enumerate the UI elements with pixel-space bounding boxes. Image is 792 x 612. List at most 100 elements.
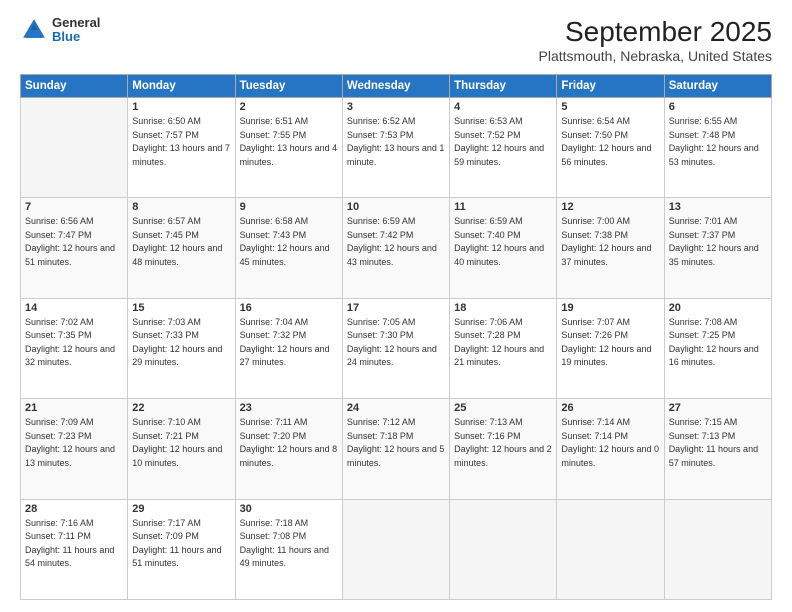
day-detail: Sunrise: 7:14 AMSunset: 7:14 PMDaylight:… — [561, 416, 659, 470]
table-row: 26 Sunrise: 7:14 AMSunset: 7:14 PMDaylig… — [557, 399, 664, 499]
day-detail: Sunrise: 7:13 AMSunset: 7:16 PMDaylight:… — [454, 416, 552, 470]
table-row: 25 Sunrise: 7:13 AMSunset: 7:16 PMDaylig… — [450, 399, 557, 499]
day-number: 11 — [454, 201, 552, 213]
day-number: 10 — [347, 201, 445, 213]
col-thursday: Thursday — [450, 75, 557, 98]
table-row: 22 Sunrise: 7:10 AMSunset: 7:21 PMDaylig… — [128, 399, 235, 499]
day-detail: Sunrise: 7:15 AMSunset: 7:13 PMDaylight:… — [669, 416, 767, 470]
table-row — [664, 499, 771, 599]
logo-blue-text: Blue — [52, 30, 100, 44]
day-detail: Sunrise: 6:57 AMSunset: 7:45 PMDaylight:… — [132, 215, 230, 269]
day-number: 21 — [25, 402, 123, 414]
day-detail: Sunrise: 7:00 AMSunset: 7:38 PMDaylight:… — [561, 215, 659, 269]
calendar-header-row: Sunday Monday Tuesday Wednesday Thursday… — [21, 75, 772, 98]
day-number: 23 — [240, 402, 338, 414]
day-detail: Sunrise: 6:59 AMSunset: 7:40 PMDaylight:… — [454, 215, 552, 269]
calendar-week-1: 1 Sunrise: 6:50 AMSunset: 7:57 PMDayligh… — [21, 98, 772, 198]
day-number: 8 — [132, 201, 230, 213]
day-number: 15 — [132, 302, 230, 314]
table-row: 14 Sunrise: 7:02 AMSunset: 7:35 PMDaylig… — [21, 298, 128, 398]
table-row: 21 Sunrise: 7:09 AMSunset: 7:23 PMDaylig… — [21, 399, 128, 499]
table-row — [450, 499, 557, 599]
day-detail: Sunrise: 6:55 AMSunset: 7:48 PMDaylight:… — [669, 115, 767, 169]
day-number: 29 — [132, 503, 230, 515]
col-wednesday: Wednesday — [342, 75, 449, 98]
col-sunday: Sunday — [21, 75, 128, 98]
table-row: 29 Sunrise: 7:17 AMSunset: 7:09 PMDaylig… — [128, 499, 235, 599]
table-row: 24 Sunrise: 7:12 AMSunset: 7:18 PMDaylig… — [342, 399, 449, 499]
day-number: 7 — [25, 201, 123, 213]
day-number: 27 — [669, 402, 767, 414]
table-row: 2 Sunrise: 6:51 AMSunset: 7:55 PMDayligh… — [235, 98, 342, 198]
day-number: 16 — [240, 302, 338, 314]
table-row: 28 Sunrise: 7:16 AMSunset: 7:11 PMDaylig… — [21, 499, 128, 599]
page: General Blue September 2025 Plattsmouth,… — [0, 0, 792, 612]
day-number: 12 — [561, 201, 659, 213]
table-row: 17 Sunrise: 7:05 AMSunset: 7:30 PMDaylig… — [342, 298, 449, 398]
day-detail: Sunrise: 7:03 AMSunset: 7:33 PMDaylight:… — [132, 316, 230, 370]
day-number: 3 — [347, 101, 445, 113]
day-detail: Sunrise: 7:17 AMSunset: 7:09 PMDaylight:… — [132, 517, 230, 571]
calendar-week-2: 7 Sunrise: 6:56 AMSunset: 7:47 PMDayligh… — [21, 198, 772, 298]
day-number: 24 — [347, 402, 445, 414]
day-detail: Sunrise: 6:52 AMSunset: 7:53 PMDaylight:… — [347, 115, 445, 169]
day-number: 14 — [25, 302, 123, 314]
col-tuesday: Tuesday — [235, 75, 342, 98]
day-detail: Sunrise: 6:51 AMSunset: 7:55 PMDaylight:… — [240, 115, 338, 169]
day-number: 1 — [132, 101, 230, 113]
header: General Blue September 2025 Plattsmouth,… — [20, 16, 772, 64]
table-row: 27 Sunrise: 7:15 AMSunset: 7:13 PMDaylig… — [664, 399, 771, 499]
day-number: 28 — [25, 503, 123, 515]
col-friday: Friday — [557, 75, 664, 98]
day-number: 26 — [561, 402, 659, 414]
day-detail: Sunrise: 7:12 AMSunset: 7:18 PMDaylight:… — [347, 416, 445, 470]
title-block: September 2025 Plattsmouth, Nebraska, Un… — [539, 16, 772, 64]
day-number: 22 — [132, 402, 230, 414]
day-detail: Sunrise: 7:04 AMSunset: 7:32 PMDaylight:… — [240, 316, 338, 370]
logo: General Blue — [20, 16, 100, 45]
table-row: 16 Sunrise: 7:04 AMSunset: 7:32 PMDaylig… — [235, 298, 342, 398]
table-row: 8 Sunrise: 6:57 AMSunset: 7:45 PMDayligh… — [128, 198, 235, 298]
table-row: 7 Sunrise: 6:56 AMSunset: 7:47 PMDayligh… — [21, 198, 128, 298]
day-number: 6 — [669, 101, 767, 113]
table-row: 23 Sunrise: 7:11 AMSunset: 7:20 PMDaylig… — [235, 399, 342, 499]
table-row: 20 Sunrise: 7:08 AMSunset: 7:25 PMDaylig… — [664, 298, 771, 398]
day-detail: Sunrise: 6:56 AMSunset: 7:47 PMDaylight:… — [25, 215, 123, 269]
logo-icon — [20, 16, 48, 44]
col-saturday: Saturday — [664, 75, 771, 98]
day-detail: Sunrise: 7:16 AMSunset: 7:11 PMDaylight:… — [25, 517, 123, 571]
day-number: 30 — [240, 503, 338, 515]
table-row: 1 Sunrise: 6:50 AMSunset: 7:57 PMDayligh… — [128, 98, 235, 198]
table-row: 18 Sunrise: 7:06 AMSunset: 7:28 PMDaylig… — [450, 298, 557, 398]
day-number: 25 — [454, 402, 552, 414]
table-row: 11 Sunrise: 6:59 AMSunset: 7:40 PMDaylig… — [450, 198, 557, 298]
calendar-week-4: 21 Sunrise: 7:09 AMSunset: 7:23 PMDaylig… — [21, 399, 772, 499]
day-number: 2 — [240, 101, 338, 113]
table-row: 19 Sunrise: 7:07 AMSunset: 7:26 PMDaylig… — [557, 298, 664, 398]
table-row — [21, 98, 128, 198]
day-detail: Sunrise: 7:07 AMSunset: 7:26 PMDaylight:… — [561, 316, 659, 370]
calendar-week-5: 28 Sunrise: 7:16 AMSunset: 7:11 PMDaylig… — [21, 499, 772, 599]
day-number: 20 — [669, 302, 767, 314]
table-row: 13 Sunrise: 7:01 AMSunset: 7:37 PMDaylig… — [664, 198, 771, 298]
day-detail: Sunrise: 6:53 AMSunset: 7:52 PMDaylight:… — [454, 115, 552, 169]
day-number: 17 — [347, 302, 445, 314]
day-detail: Sunrise: 7:06 AMSunset: 7:28 PMDaylight:… — [454, 316, 552, 370]
calendar-week-3: 14 Sunrise: 7:02 AMSunset: 7:35 PMDaylig… — [21, 298, 772, 398]
logo-general-text: General — [52, 16, 100, 30]
day-detail: Sunrise: 7:01 AMSunset: 7:37 PMDaylight:… — [669, 215, 767, 269]
table-row: 9 Sunrise: 6:58 AMSunset: 7:43 PMDayligh… — [235, 198, 342, 298]
table-row — [342, 499, 449, 599]
table-row: 6 Sunrise: 6:55 AMSunset: 7:48 PMDayligh… — [664, 98, 771, 198]
calendar-title: September 2025 — [539, 16, 772, 48]
day-number: 18 — [454, 302, 552, 314]
day-detail: Sunrise: 6:59 AMSunset: 7:42 PMDaylight:… — [347, 215, 445, 269]
day-detail: Sunrise: 7:08 AMSunset: 7:25 PMDaylight:… — [669, 316, 767, 370]
logo-text: General Blue — [52, 16, 100, 45]
table-row — [557, 499, 664, 599]
day-detail: Sunrise: 7:02 AMSunset: 7:35 PMDaylight:… — [25, 316, 123, 370]
day-number: 13 — [669, 201, 767, 213]
day-detail: Sunrise: 6:54 AMSunset: 7:50 PMDaylight:… — [561, 115, 659, 169]
table-row: 5 Sunrise: 6:54 AMSunset: 7:50 PMDayligh… — [557, 98, 664, 198]
day-detail: Sunrise: 6:50 AMSunset: 7:57 PMDaylight:… — [132, 115, 230, 169]
